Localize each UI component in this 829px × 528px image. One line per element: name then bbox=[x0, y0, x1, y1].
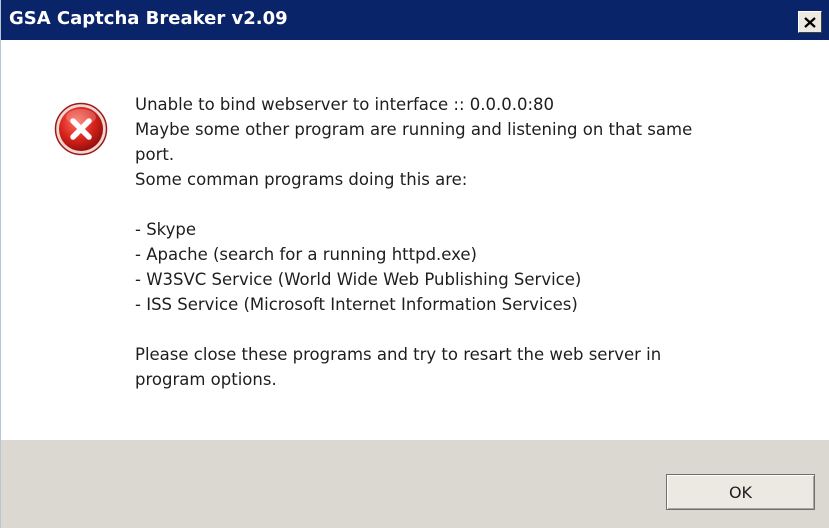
program-list-item: - ISS Service (Microsoft Internet Inform… bbox=[135, 295, 578, 314]
message-line: Some comman programs doing this are: bbox=[135, 170, 468, 189]
program-list-item: - Apache (search for a running httpd.exe… bbox=[135, 245, 477, 264]
message-line: program options. bbox=[135, 370, 277, 389]
ok-button[interactable]: OK bbox=[666, 474, 815, 510]
program-list-item: - W3SVC Service (World Wide Web Publishi… bbox=[135, 270, 582, 289]
title-bar[interactable]: GSA Captcha Breaker v2.09 bbox=[1, 0, 829, 40]
message-line: port. bbox=[135, 145, 175, 164]
close-button[interactable] bbox=[798, 11, 822, 33]
message-line: Unable to bind webserver to interface ::… bbox=[135, 95, 555, 114]
error-icon bbox=[54, 102, 108, 156]
close-icon bbox=[804, 16, 816, 28]
dialog-content: Unable to bind webserver to interface ::… bbox=[1, 40, 829, 440]
program-list-item: - Skype bbox=[135, 220, 197, 239]
message-line: Please close these programs and try to r… bbox=[135, 345, 662, 364]
window-title: GSA Captcha Breaker v2.09 bbox=[9, 8, 288, 29]
error-dialog-window: GSA Captcha Breaker v2.09 Unable to bind… bbox=[0, 0, 829, 528]
message-line: Maybe some other program are running and… bbox=[135, 120, 693, 139]
button-bar: OK bbox=[1, 440, 829, 528]
error-message: Unable to bind webserver to interface ::… bbox=[135, 92, 805, 392]
